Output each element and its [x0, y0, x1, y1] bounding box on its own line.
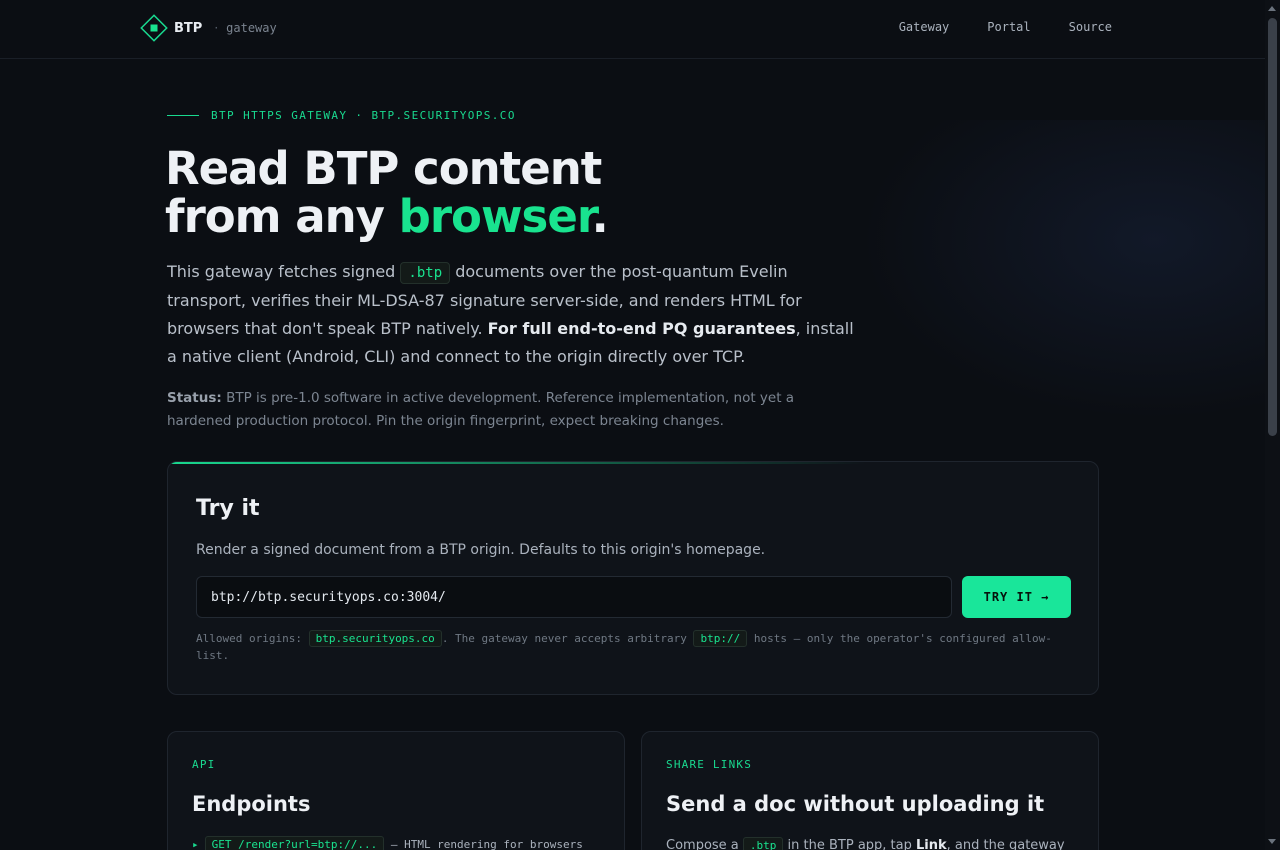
card-accent-line: [168, 462, 1098, 464]
brand[interactable]: BTP · gateway: [140, 14, 277, 42]
scrollbar-thumb[interactable]: [1268, 18, 1277, 436]
hero-eyebrow: BTP HTTPS GATEWAY · BTP.SECURITYOPS.CO: [167, 109, 516, 122]
api-card: API Endpoints ▸ GET /render?url=btp://...…: [167, 731, 625, 850]
api-eyebrow: API: [192, 758, 216, 771]
share-code: .btp: [742, 837, 784, 850]
headline-line1: Read BTP content: [165, 142, 602, 195]
scroll-down-icon[interactable]: [1268, 839, 1276, 844]
bullet-arrow-icon: ▸: [192, 838, 199, 850]
status-label: Status:: [167, 390, 222, 406]
headline-line2: from any: [165, 190, 399, 243]
endpoint-item: ▸ GET /render?url=btp://... — HTML render…: [192, 836, 583, 850]
try-card-title: Try it: [196, 496, 260, 521]
background-glow: [860, 120, 1280, 420]
scheme-code: btp://: [693, 630, 748, 647]
share-text-2: in the BTP app, tap: [783, 838, 917, 850]
try-card-description: Render a signed document from a BTP orig…: [196, 542, 766, 558]
headline-end: .: [591, 190, 609, 243]
intro-code: .btp: [400, 262, 451, 284]
brand-subtitle: gateway: [226, 21, 277, 35]
try-it-button[interactable]: TRY IT →: [962, 576, 1071, 618]
brand-separator: ·: [214, 21, 219, 35]
scroll-up-icon[interactable]: [1268, 6, 1276, 11]
share-title: Send a doc without uploading it: [666, 792, 1045, 816]
allowed-origins-note: Allowed origins: btp.securityops.co. The…: [196, 630, 1056, 664]
headline-accent: browser: [398, 190, 593, 243]
nav-link-gateway[interactable]: Gateway: [899, 20, 950, 34]
nav-link-source[interactable]: Source: [1069, 20, 1112, 34]
url-input[interactable]: [196, 576, 952, 618]
eyebrow-line: [167, 115, 199, 116]
endpoint-code[interactable]: GET /render?url=btp://...: [204, 836, 385, 850]
share-eyebrow: SHARE LINKS: [666, 758, 753, 771]
intro-paragraph: This gateway fetches signed .btp documen…: [167, 258, 857, 371]
api-title: Endpoints: [192, 792, 311, 816]
share-description: Compose a .btp in the BTP app, tap Link,…: [666, 837, 1065, 850]
share-strong: Link: [916, 838, 947, 850]
allowed-text-1: Allowed origins:: [196, 632, 309, 645]
allowed-text-2: . The gateway never accepts arbitrary: [441, 632, 694, 645]
page-title: Read BTP content from any browser.: [165, 142, 609, 243]
top-nav: BTP · gateway Gateway Portal Source: [0, 0, 1265, 59]
share-text-1: Compose a: [666, 838, 743, 850]
allowed-origin-code: btp.securityops.co: [308, 630, 442, 647]
nav-link-portal[interactable]: Portal: [987, 20, 1030, 34]
status-note: Status: BTP is pre-1.0 software in activ…: [167, 387, 857, 433]
share-links-card: SHARE LINKS Send a doc without uploading…: [641, 731, 1099, 850]
page-scrollbar[interactable]: [1265, 0, 1280, 850]
endpoint-description: — HTML rendering for browsers: [384, 838, 583, 850]
nav-links: Gateway Portal Source: [899, 20, 1112, 34]
btp-logo-icon: [140, 14, 168, 42]
brand-name: BTP: [174, 20, 203, 36]
try-it-card: Try it Render a signed document from a B…: [167, 461, 1099, 695]
status-text: BTP is pre-1.0 software in active develo…: [167, 390, 795, 429]
eyebrow-text: BTP HTTPS GATEWAY · BTP.SECURITYOPS.CO: [211, 109, 516, 122]
share-text-3: , and the gateway: [946, 838, 1065, 850]
intro-strong: For full end-to-end PQ guarantees: [487, 319, 796, 338]
intro-text-1: This gateway fetches signed: [167, 262, 401, 281]
